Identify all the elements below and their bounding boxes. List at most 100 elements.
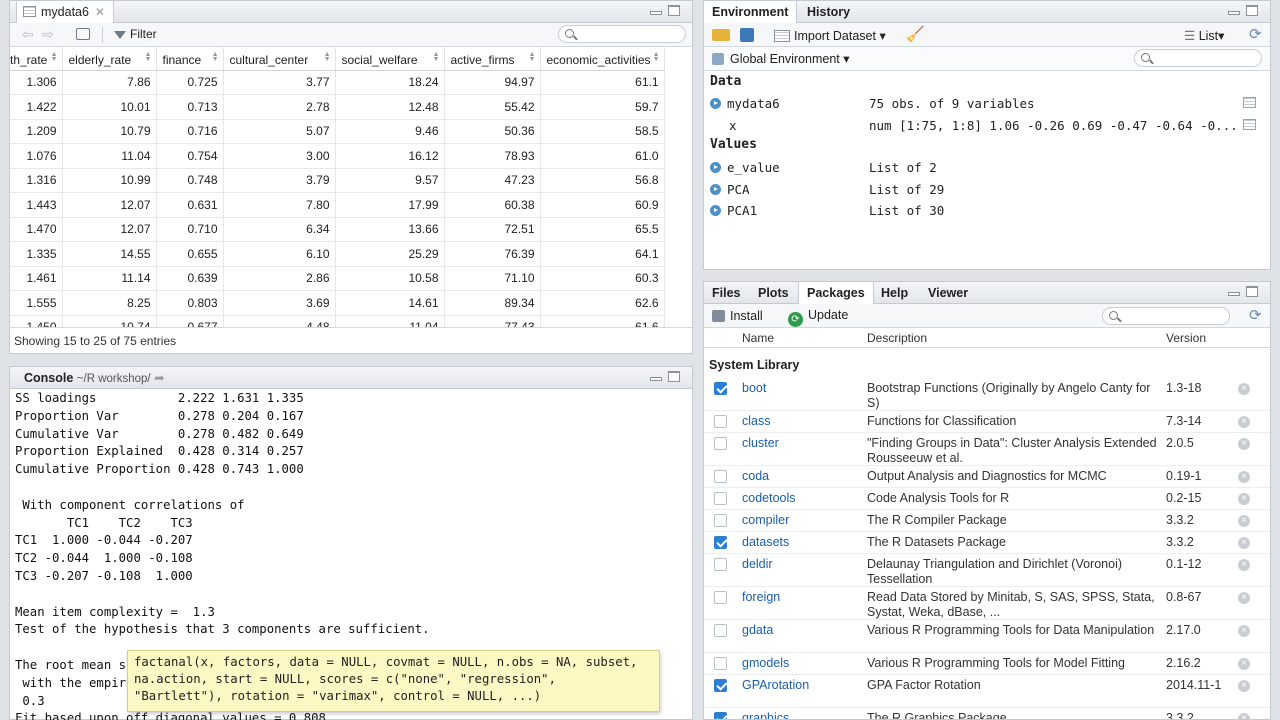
header-name[interactable]: Name: [742, 331, 774, 345]
package-checkbox[interactable]: [714, 536, 727, 549]
table-cell[interactable]: 9.57: [335, 168, 445, 193]
remove-package-icon[interactable]: ×: [1238, 471, 1250, 483]
list-view-button[interactable]: ☰ List▾: [1184, 28, 1224, 43]
package-name-link[interactable]: cluster: [742, 436, 779, 450]
package-name-link[interactable]: boot: [742, 381, 766, 395]
package-checkbox[interactable]: [714, 679, 727, 692]
package-checkbox[interactable]: [714, 437, 727, 450]
column-header[interactable]: active_firms ▲ ▼: [444, 46, 541, 71]
maximize-button[interactable]: [1246, 286, 1258, 297]
package-name-link[interactable]: datasets: [742, 535, 789, 549]
remove-package-icon[interactable]: ×: [1238, 383, 1250, 395]
view-data-icon[interactable]: [1243, 97, 1256, 108]
table-cell[interactable]: 71.10: [444, 266, 541, 291]
table-cell[interactable]: 62.6: [540, 290, 665, 316]
tab-files[interactable]: Files: [704, 282, 749, 304]
package-name-link[interactable]: gmodels: [742, 656, 789, 670]
table-cell[interactable]: 1.461: [10, 266, 63, 291]
table-cell[interactable]: 16.12: [335, 143, 445, 169]
table-cell[interactable]: 12.07: [62, 217, 157, 242]
package-checkbox[interactable]: [714, 382, 727, 395]
table-cell[interactable]: 0.803: [156, 290, 224, 316]
table-cell[interactable]: 10.79: [62, 119, 157, 144]
table-cell[interactable]: 1.470: [10, 217, 63, 242]
table-cell[interactable]: 8.25: [62, 290, 157, 316]
table-cell[interactable]: 4.48: [223, 315, 336, 327]
column-header[interactable]: economic_activities ▲ ▼: [540, 46, 665, 71]
minimize-button[interactable]: [650, 377, 662, 381]
minimize-button[interactable]: [1228, 11, 1240, 15]
remove-package-icon[interactable]: ×: [1238, 592, 1250, 604]
column-header[interactable]: finance ▲ ▼: [156, 46, 224, 71]
remove-package-icon[interactable]: ×: [1238, 416, 1250, 428]
minimize-button[interactable]: [1228, 292, 1240, 296]
table-cell[interactable]: 0.655: [156, 241, 224, 267]
table-cell[interactable]: 0.710: [156, 217, 224, 242]
table-cell[interactable]: 0.639: [156, 266, 224, 291]
table-cell[interactable]: 12.07: [62, 192, 157, 218]
table-cell[interactable]: 64.1: [540, 241, 665, 267]
table-cell[interactable]: 11.04: [335, 315, 445, 327]
table-cell[interactable]: 6.10: [223, 241, 336, 267]
table-cell[interactable]: 14.55: [62, 241, 157, 267]
table-cell[interactable]: 17.99: [335, 192, 445, 218]
package-checkbox[interactable]: [714, 624, 727, 637]
remove-package-icon[interactable]: ×: [1238, 625, 1250, 637]
environment-row[interactable]: PCA List of 29: [709, 179, 1270, 200]
table-cell[interactable]: 2.86: [223, 266, 336, 291]
table-cell[interactable]: 50.36: [444, 119, 541, 144]
environment-row[interactable]: x num [1:75, 1:8] 1.06 -0.26 0.69 -0.47 -…: [709, 115, 1270, 136]
table-cell[interactable]: 5.07: [223, 119, 336, 144]
package-name-link[interactable]: gdata: [742, 623, 773, 637]
package-name-link[interactable]: graphics: [742, 711, 789, 719]
table-cell[interactable]: 10.01: [62, 94, 157, 120]
table-row[interactable]: 1.422 10.01 0.713 2.78 12.48 55.42 59.7: [10, 94, 665, 120]
update-button[interactable]: ⟳ Update: [788, 308, 848, 327]
table-cell[interactable]: 59.7: [540, 94, 665, 120]
table-cell[interactable]: 60.3: [540, 266, 665, 291]
header-description[interactable]: Description: [867, 331, 927, 345]
expand-icon[interactable]: [710, 162, 721, 173]
table-row[interactable]: 1.306 7.86 0.725 3.77 18.24 94.97 61.1: [10, 70, 665, 95]
remove-package-icon[interactable]: ×: [1238, 713, 1250, 719]
package-checkbox[interactable]: [714, 712, 727, 719]
table-cell[interactable]: 1.076: [10, 143, 63, 169]
table-row[interactable]: 1.461 11.14 0.639 2.86 10.58 71.10 60.3: [10, 266, 665, 291]
table-cell[interactable]: 12.48: [335, 94, 445, 120]
table-cell[interactable]: 3.69: [223, 290, 336, 316]
remove-package-icon[interactable]: ×: [1238, 680, 1250, 692]
packages-search-input[interactable]: [1102, 307, 1230, 325]
scope-selector[interactable]: Global Environment ▾: [712, 51, 850, 66]
table-cell[interactable]: 0.713: [156, 94, 224, 120]
table-cell[interactable]: 10.99: [62, 168, 157, 193]
column-header[interactable]: cultural_center ▲ ▼: [223, 46, 336, 71]
table-row[interactable]: 1.470 12.07 0.710 6.34 13.66 72.51 65.5: [10, 217, 665, 242]
package-checkbox[interactable]: [714, 657, 727, 670]
environment-row[interactable]: mydata6 75 obs. of 9 variables: [709, 93, 1270, 114]
table-row[interactable]: 1.45010.740.6774.4811.0477.4361.6: [10, 315, 665, 327]
remove-package-icon[interactable]: ×: [1238, 438, 1250, 450]
table-row[interactable]: 1.209 10.79 0.716 5.07 9.46 50.36 58.5: [10, 119, 665, 144]
expand-icon[interactable]: [710, 205, 721, 216]
remove-package-icon[interactable]: ×: [1238, 537, 1250, 549]
table-cell[interactable]: 0.725: [156, 70, 224, 95]
tab-environment[interactable]: Environment: [704, 1, 798, 24]
header-version[interactable]: Version: [1166, 331, 1206, 345]
table-cell[interactable]: 55.42: [444, 94, 541, 120]
table-cell[interactable]: 3.77: [223, 70, 336, 95]
table-cell[interactable]: 47.23: [444, 168, 541, 193]
environment-row[interactable]: PCA1 List of 30: [709, 200, 1270, 221]
table-cell[interactable]: 94.97: [444, 70, 541, 95]
tab-plots[interactable]: Plots: [750, 282, 797, 304]
table-cell[interactable]: 60.38: [444, 192, 541, 218]
table-cell[interactable]: 56.8: [540, 168, 665, 193]
package-checkbox[interactable]: [714, 558, 727, 571]
table-row[interactable]: 1.076 11.04 0.754 3.00 16.12 78.93 61.0: [10, 143, 665, 169]
table-row[interactable]: 1.335 14.55 0.655 6.10 25.29 76.39 64.1: [10, 241, 665, 267]
table-cell[interactable]: 11.04: [62, 143, 157, 169]
package-name-link[interactable]: foreign: [742, 590, 780, 604]
table-cell[interactable]: 58.5: [540, 119, 665, 144]
table-cell[interactable]: 61.6: [540, 315, 665, 327]
table-cell[interactable]: 61.1: [540, 70, 665, 95]
table-cell[interactable]: 76.39: [444, 241, 541, 267]
